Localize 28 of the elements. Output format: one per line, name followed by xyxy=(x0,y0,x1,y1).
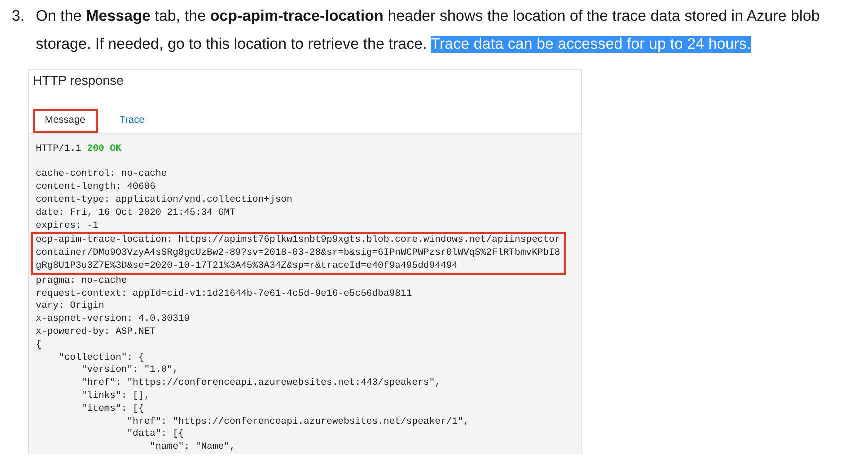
code-line: date: Fri, 16 Oct 2020 21:45:34 GMT xyxy=(36,206,237,220)
code-line: cache-control: no-cache xyxy=(36,167,168,182)
code-line: x-powered-by: ASP.NET xyxy=(36,326,157,339)
code-line: x-aspnet-version: 4.0.30319 xyxy=(36,313,191,326)
code-line: "name": "Name", xyxy=(149,441,237,454)
code-line: content-length: 40606 xyxy=(36,181,157,194)
code-line: { xyxy=(36,338,43,352)
code-line: "href": "https://conferenceapi.azurewebsites.net:443/speakers", xyxy=(80,377,442,390)
code-line: request-context: appId=cid-v1:1d21644b-7e61-4c5d-9e16-e5c56dba9811 xyxy=(36,288,414,300)
panel-title: HTTP response xyxy=(32,72,125,90)
code-line: HTTP/1.1 200 OK xyxy=(36,142,123,156)
code-line: gRg8U1P3u3Z7E%3D&se=2020-10-17T21%3A45%3A34Z&sp=r&traceId=e40f9a495dd94494 xyxy=(36,260,459,273)
code-line: content-type: application/vnd.collection+json xyxy=(36,194,294,207)
code-line: ocp-apim-trace-location: https://apimst76plkw1snbt9p9xgts.blob.core.windows.net/apiinspector xyxy=(36,234,560,248)
code-line: expires: -1 xyxy=(36,220,100,232)
code-line: "links": [], xyxy=(80,390,152,403)
step-paragraph: On the Message tab, the ocp-apim-trace-location header shows the location of the trace data stored in Azure blob storage. If needed, go to this location to retrieve the trace. Trace data can be accessed for up to 24 hours. xyxy=(36,7,821,55)
step-number: 3. xyxy=(12,7,26,27)
code-line: "href": "https://conferenceapi.azurewebsites.net/speaker/1", xyxy=(126,416,470,428)
code-line: "items": [{ xyxy=(80,402,146,416)
tab[interactable]: Trace xyxy=(108,108,157,133)
code-line: "data": [{ xyxy=(126,428,186,442)
tab[interactable]: Message xyxy=(33,108,98,133)
code-line: pragma: no-cache xyxy=(36,274,128,288)
code-line: "collection": { xyxy=(58,352,146,364)
code-line: "version": "1.0", xyxy=(80,364,180,378)
code-line: container/DMo9O3VzyA4sSRg8gcUzBw2-89?sv=2018-03-28&sr=b&sig=6IPnWCPWPzsr0lWVqS%2FlRTbmvKPbI8 xyxy=(36,247,560,260)
code-line: vary: Origin xyxy=(36,300,106,314)
